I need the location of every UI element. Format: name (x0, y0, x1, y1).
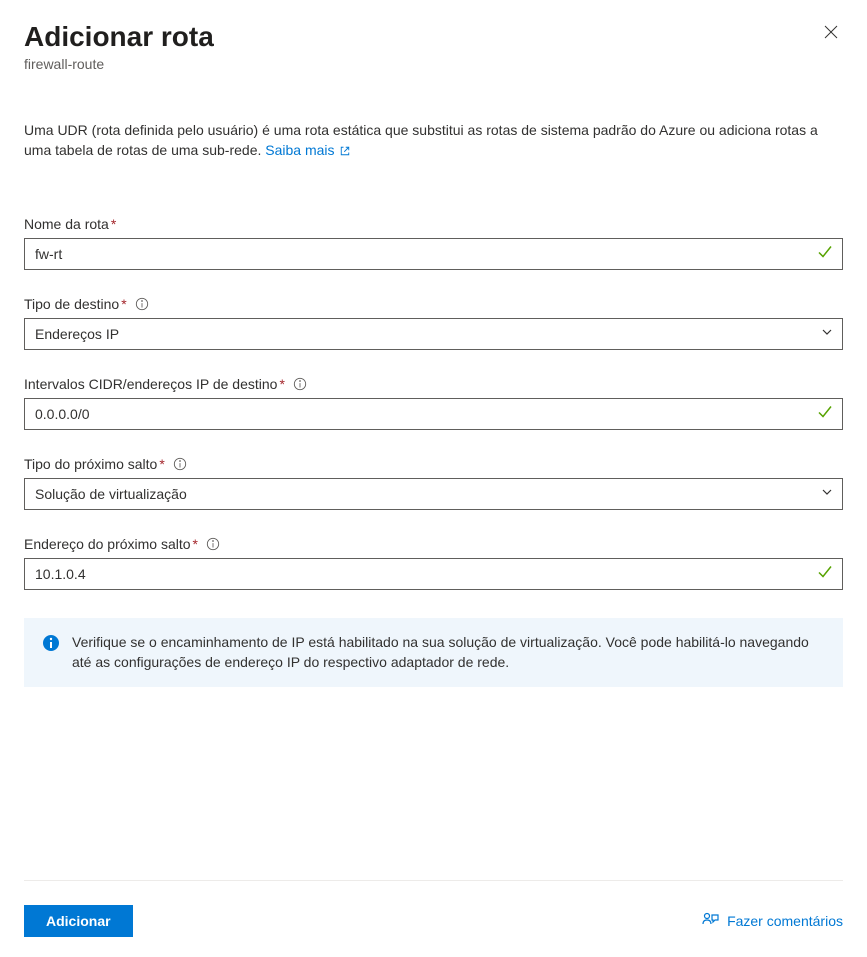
required-asterisk: * (279, 376, 284, 392)
destination-type-value: Endereços IP (35, 326, 119, 342)
info-icon[interactable] (135, 297, 149, 311)
cidr-ranges-label: Intervalos CIDR/endereços IP de destino (24, 376, 277, 392)
info-icon[interactable] (206, 537, 220, 551)
close-icon (823, 27, 839, 44)
add-button[interactable]: Adicionar (24, 905, 133, 937)
description-body: Uma UDR (rota definida pelo usuário) é u… (24, 122, 818, 158)
feedback-label: Fazer comentários (727, 913, 843, 929)
next-hop-address-label: Endereço do próximo salto (24, 536, 191, 552)
panel-title: Adicionar rota (24, 20, 214, 54)
next-hop-type-select[interactable]: Solução de virtualização (24, 478, 843, 510)
required-asterisk: * (193, 536, 198, 552)
info-circle-icon (42, 634, 60, 657)
learn-more-link[interactable]: Saiba mais (265, 142, 350, 158)
info-icon[interactable] (173, 457, 187, 471)
feedback-link[interactable]: Fazer comentários (701, 911, 843, 932)
close-button[interactable] (819, 20, 843, 49)
next-hop-type-label: Tipo do próximo salto (24, 456, 157, 472)
panel-subtitle: firewall-route (24, 56, 214, 72)
info-box: Verifique se o encaminhamento de IP está… (24, 618, 843, 687)
required-asterisk: * (159, 456, 164, 472)
cidr-ranges-input[interactable] (24, 398, 843, 430)
next-hop-address-input[interactable] (24, 558, 843, 590)
info-icon[interactable] (293, 377, 307, 391)
info-box-text: Verifique se o encaminhamento de IP está… (72, 632, 825, 673)
next-hop-type-value: Solução de virtualização (35, 486, 187, 502)
route-name-input[interactable] (24, 238, 843, 270)
required-asterisk: * (121, 296, 126, 312)
route-name-label: Nome da rota (24, 216, 109, 232)
learn-more-label: Saiba mais (265, 142, 334, 158)
feedback-icon (701, 911, 727, 932)
required-asterisk: * (111, 216, 116, 232)
description-text: Uma UDR (rota definida pelo usuário) é u… (24, 120, 843, 161)
destination-type-select[interactable]: Endereços IP (24, 318, 843, 350)
destination-type-label: Tipo de destino (24, 296, 119, 312)
external-link-icon (335, 142, 351, 158)
